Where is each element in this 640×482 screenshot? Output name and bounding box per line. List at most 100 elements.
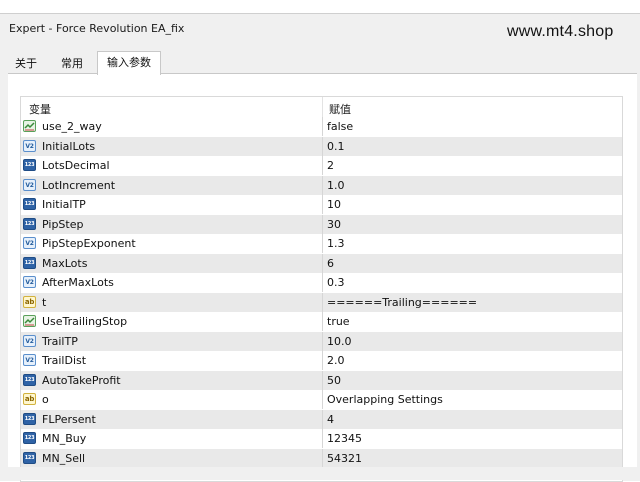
parameter-name: t: [42, 295, 47, 309]
parameter-row[interactable]: ab t ======Trailing======: [21, 292, 622, 312]
window-bottom-edge: [0, 467, 640, 480]
parameter-name: PipStep: [42, 217, 84, 231]
parameter-row[interactable]: 123 InitialTP 10: [21, 195, 622, 214]
cell-divider: [322, 156, 323, 175]
parameter-row[interactable]: V2 InitialLots 0.1: [21, 136, 622, 156]
parameter-name: PipStepExponent: [42, 237, 136, 250]
cell-divider: [322, 175, 323, 195]
double-type-icon: V2: [23, 334, 36, 347]
cell-divider: [322, 234, 323, 253]
parameter-value[interactable]: 30: [327, 218, 341, 231]
parameter-value[interactable]: false: [327, 120, 353, 133]
parameter-value[interactable]: 2.0: [327, 354, 345, 367]
int-type-icon: 123: [23, 451, 36, 464]
parameter-value[interactable]: true: [327, 315, 350, 328]
parameter-value[interactable]: 10: [327, 198, 341, 211]
parameter-row[interactable]: 123 MN_Sell 54321: [21, 448, 622, 468]
cell-divider: [322, 214, 323, 234]
cell-divider: [322, 117, 323, 136]
parameter-row[interactable]: use_2_way false: [21, 117, 622, 136]
parameter-name: LotIncrement: [42, 178, 116, 192]
column-divider[interactable]: [322, 97, 323, 117]
bool-type-icon: [23, 315, 36, 327]
parameter-row[interactable]: UseTrailingStop true: [21, 312, 622, 331]
parameter-name: UseTrailingStop: [42, 315, 128, 328]
string-type-icon: ab: [23, 295, 36, 308]
cell-divider: [322, 273, 323, 292]
parameter-value[interactable]: 2: [327, 159, 334, 172]
cell-divider: [322, 195, 323, 214]
parameter-name: o: [42, 393, 49, 406]
tab-about[interactable]: 关于: [8, 54, 44, 73]
tab-inputs[interactable]: 输入参数: [97, 51, 161, 75]
int-type-icon: 123: [23, 432, 36, 444]
parameter-value[interactable]: 4: [327, 413, 334, 426]
cell-divider: [322, 409, 323, 429]
cell-divider: [322, 351, 323, 370]
double-type-icon: V2: [23, 237, 36, 249]
grid-header: 变量 赋值: [21, 97, 622, 117]
inputs-panel: 变量 赋值 use_2_way false V2 InitialLots 0.1 123 L…: [8, 73, 637, 482]
parameter-name: MN_Buy: [42, 432, 87, 445]
parameter-row[interactable]: V2 TrailTP 10.0: [21, 331, 622, 351]
parameter-value[interactable]: 50: [327, 374, 341, 387]
double-type-icon: V2: [23, 178, 36, 191]
cell-divider: [322, 136, 323, 156]
double-type-icon: V2: [23, 276, 36, 288]
parameter-name: AfterMaxLots: [42, 276, 114, 289]
int-type-icon: 123: [23, 217, 36, 230]
parameter-row[interactable]: 123 LotsDecimal 2: [21, 156, 622, 175]
tab-common[interactable]: 常用: [54, 54, 90, 73]
parameter-row[interactable]: V2 PipStepExponent 1.3: [21, 234, 622, 253]
parameter-row[interactable]: ab o Overlapping Settings: [21, 390, 622, 409]
parameter-value[interactable]: 0.1: [327, 140, 345, 153]
parameter-row[interactable]: 123 MN_Buy 12345: [21, 429, 622, 448]
bool-type-icon: [23, 120, 36, 132]
parameter-row[interactable]: V2 LotIncrement 1.0: [21, 175, 622, 195]
parameter-value[interactable]: 12345: [327, 432, 362, 445]
parameter-name: LotsDecimal: [42, 159, 110, 172]
parameter-value[interactable]: ======Trailing======: [327, 296, 477, 309]
parameter-value[interactable]: Overlapping Settings: [327, 393, 443, 406]
parameter-row[interactable]: 123 AutoTakeProfit 50: [21, 370, 622, 390]
cell-divider: [322, 312, 323, 331]
parameter-row[interactable]: 123 MaxLots 6: [21, 253, 622, 273]
cell-divider: [322, 370, 323, 390]
cell-divider: [322, 390, 323, 409]
window-title: Expert - Force Revolution EA_fix: [9, 22, 185, 35]
cell-divider: [322, 429, 323, 448]
parameter-row[interactable]: 123 FLPersent 4: [21, 409, 622, 429]
double-type-icon: V2: [23, 354, 36, 366]
expert-properties-window: Expert - Force Revolution EA_fix www.mt4…: [0, 13, 640, 482]
parameter-name: MaxLots: [42, 256, 88, 270]
parameter-name: AutoTakeProfit: [42, 373, 121, 387]
cell-divider: [322, 292, 323, 312]
parameter-row[interactable]: V2 TrailDist 2.0: [21, 351, 622, 370]
parameter-name: TrailDist: [42, 354, 87, 367]
int-type-icon: 123: [23, 373, 36, 386]
int-type-icon: 123: [23, 159, 36, 171]
column-header-value[interactable]: 赋值: [329, 101, 351, 117]
parameter-value[interactable]: 1.0: [327, 179, 345, 192]
parameter-value[interactable]: 6: [327, 257, 334, 270]
watermark-text: www.mt4.shop: [507, 23, 614, 40]
parameter-name: InitialLots: [42, 139, 96, 153]
parameter-name: MN_Sell: [42, 451, 86, 465]
int-type-icon: 123: [23, 256, 36, 269]
int-type-icon: 123: [23, 198, 36, 210]
cell-divider: [322, 253, 323, 273]
parameter-name: InitialTP: [42, 198, 86, 211]
parameter-name: FLPersent: [42, 412, 96, 426]
parameter-value[interactable]: 54321: [327, 452, 362, 465]
parameter-value[interactable]: 0.3: [327, 276, 345, 289]
column-header-variable[interactable]: 变量: [29, 101, 51, 117]
parameter-name: use_2_way: [42, 120, 102, 133]
parameter-row[interactable]: V2 AfterMaxLots 0.3: [21, 273, 622, 292]
int-type-icon: 123: [23, 412, 36, 425]
double-type-icon: V2: [23, 139, 36, 152]
parameter-value[interactable]: 10.0: [327, 335, 352, 348]
parameters-grid: 变量 赋值 use_2_way false V2 InitialLots 0.1 123 L…: [20, 96, 623, 482]
parameter-value[interactable]: 1.3: [327, 237, 345, 250]
parameter-name: TrailTP: [42, 334, 78, 348]
parameter-row[interactable]: 123 PipStep 30: [21, 214, 622, 234]
